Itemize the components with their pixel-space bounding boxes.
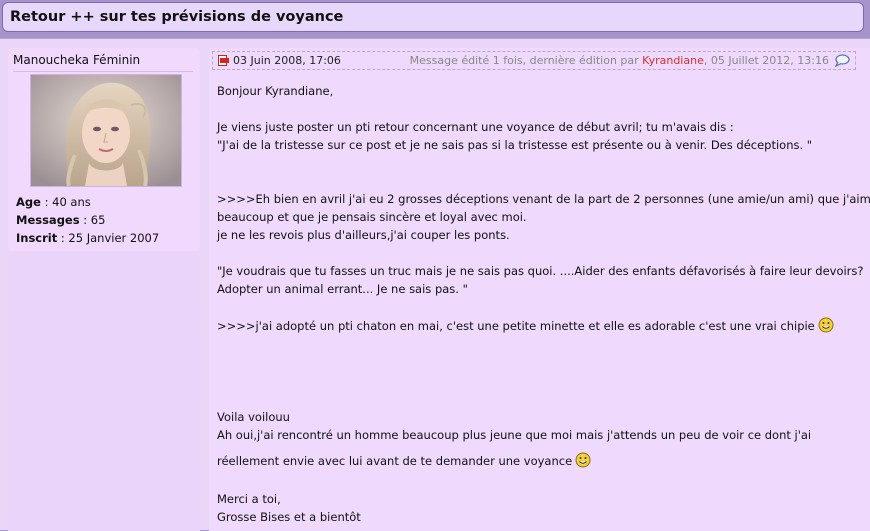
user-messages: Messages : 65: [16, 213, 106, 227]
thread-title: Retour ++ sur tes prévisions de voyance: [10, 9, 344, 25]
user-registered: Inscrit : 25 Janvier 2007: [16, 231, 160, 245]
post-line: Merci a toi,: [217, 492, 281, 506]
post-line-with-smiley: réellement envie avec lui avant de te de…: [217, 452, 591, 471]
post-line: Voila voilouu: [217, 410, 290, 424]
smiley-icon: [575, 452, 591, 471]
post-line: beaucoup et que je pensais sincère et lo…: [217, 210, 527, 224]
post-line: je ne les revois plus d'ailleurs,j'ai co…: [217, 228, 510, 242]
username-link[interactable]: Manoucheka: [13, 53, 89, 67]
post-line: "Je voudrais que tu fasses un truc mais …: [217, 264, 864, 278]
post-line: "J'ai de la tristesse sur ce post et je …: [217, 138, 813, 152]
user-info: Age : 40 ans Messages : 65 Inscrit : 25 …: [16, 193, 159, 247]
quote-bubble-icon[interactable]: [834, 54, 850, 70]
post-header: 03 Juin 2008, 17:06 Message édité 1 fois…: [212, 51, 856, 70]
post-line: Je viens juste poster un pti retour conc…: [217, 120, 734, 134]
post-container: Manoucheka Féminin Age: 40 ans Messages…: [0, 38, 870, 531]
thread-title-bar: Retour ++ sur tes prévisions de voyance: [2, 2, 864, 32]
editor-link[interactable]: Kyrandiane: [642, 54, 704, 67]
post-line: Bonjour Kyrandiane,: [217, 84, 334, 98]
post-link-icon[interactable]: [218, 55, 229, 70]
post-date: 03 Juin 2008, 17:06: [233, 54, 341, 67]
user-panel-filler: [8, 251, 200, 531]
user-gender: Féminin: [92, 53, 141, 67]
post-line: Adopter un animal errant... Je ne sais p…: [217, 282, 468, 296]
user-age: Age : 40 ans: [16, 195, 91, 209]
post-body-panel: 03 Juin 2008, 17:06 Message édité 1 fois…: [209, 48, 870, 531]
user-panel: Manoucheka Féminin Age: 40 ans Messages…: [8, 48, 200, 251]
avatar: [30, 74, 182, 187]
post-line: >>>>Eh bien en avril j'ai eu 2 grosses d…: [217, 192, 870, 206]
smiley-icon: [818, 317, 834, 336]
user-header: Manoucheka Féminin: [13, 53, 193, 72]
edit-notice: Message édité 1 fois, dernière édition p…: [409, 54, 829, 67]
post-line: Grosse Bises et a bientôt: [217, 510, 361, 524]
post-line-with-smiley: >>>>j'ai adopté un pti chaton en mai, c'…: [217, 317, 834, 336]
post-line: Ah oui,j'ai rencontré un homme beaucoup …: [217, 428, 812, 442]
